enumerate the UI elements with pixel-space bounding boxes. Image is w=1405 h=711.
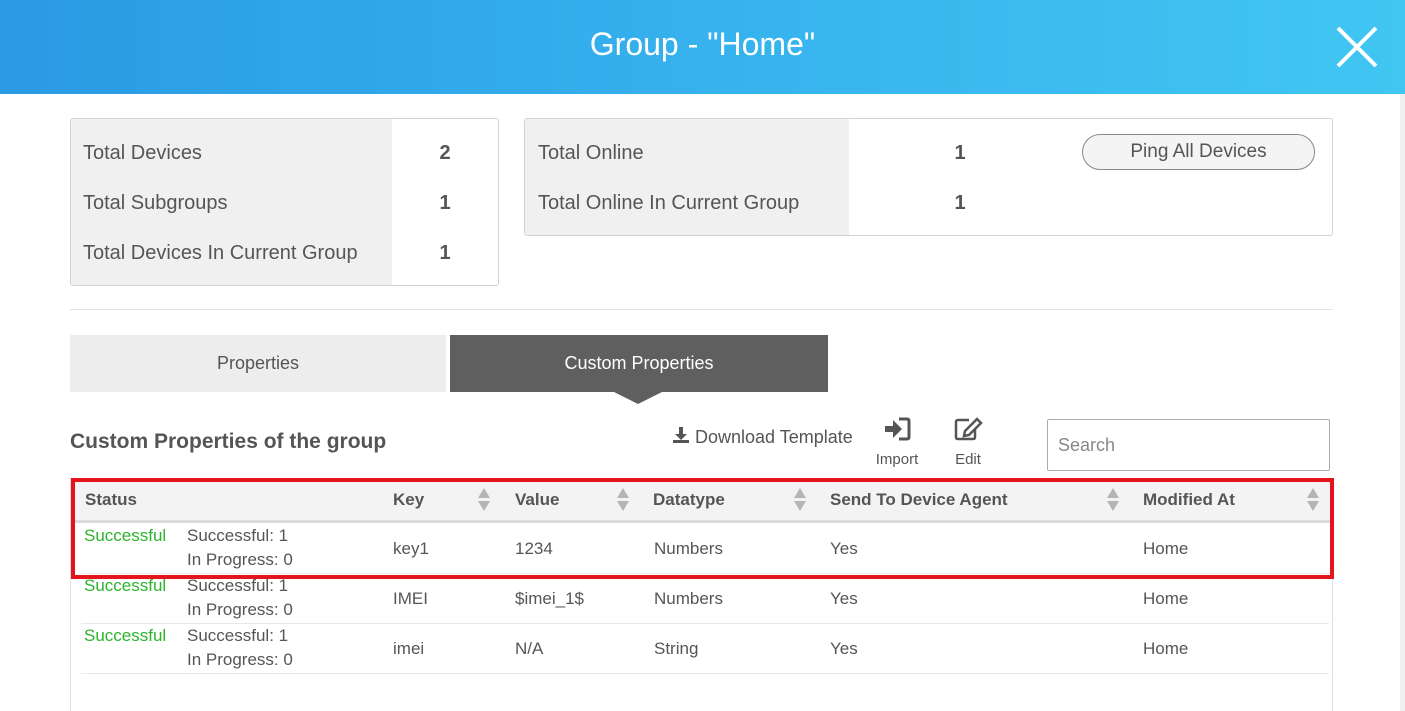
table-header: Status Key Value Datatype Send To Device… bbox=[71, 478, 1332, 523]
device-summary-box: Total Devices 2 Total Subgroups 1 Total … bbox=[70, 118, 499, 286]
summary-row: Total Devices In Current Group 1 bbox=[71, 233, 498, 283]
table-row[interactable]: Successful Successful: 1 In Progress: 0 … bbox=[71, 524, 1332, 574]
ping-all-devices-button[interactable]: Ping All Devices bbox=[1082, 134, 1315, 170]
successful-count: Successful: 1 bbox=[187, 526, 289, 545]
summary-row: Total Devices 2 bbox=[71, 133, 498, 183]
in-progress-count: In Progress: 0 bbox=[187, 600, 293, 619]
online-summary-box: Total Online 1 Total Online In Current G… bbox=[524, 118, 1333, 236]
datatype-cell: String bbox=[654, 639, 699, 658]
edit-icon bbox=[953, 417, 983, 446]
summary-label: Total Devices In Current Group bbox=[83, 242, 358, 264]
status-text: Successful bbox=[84, 576, 167, 595]
column-header-key[interactable]: Key bbox=[393, 490, 424, 510]
edit-label: Edit bbox=[955, 451, 981, 468]
sort-icon[interactable] bbox=[1107, 488, 1119, 512]
dialog-header: Group - "Home" bbox=[0, 0, 1405, 94]
column-header-datatype[interactable]: Datatype bbox=[653, 490, 725, 510]
successful-count: Successful: 1 bbox=[187, 626, 289, 645]
scrollbar[interactable] bbox=[1400, 94, 1405, 711]
search-input[interactable] bbox=[1047, 419, 1330, 471]
modified-at-cell: Home bbox=[1143, 639, 1189, 658]
status-text: Successful bbox=[84, 526, 167, 545]
edit-button[interactable]: Edit bbox=[943, 416, 993, 468]
custom-properties-table: Status Key Value Datatype Send To Device… bbox=[70, 478, 1333, 711]
datatype-cell: Numbers bbox=[654, 589, 723, 608]
modified-at-cell: Home bbox=[1143, 589, 1189, 608]
summary-value: 1 bbox=[954, 142, 966, 164]
summary-row: Total Online In Current Group 1 bbox=[525, 183, 1332, 233]
modified-at-cell: Home bbox=[1143, 539, 1189, 558]
summary-row: Total Subgroups 1 bbox=[71, 183, 498, 233]
summary-value: 1 bbox=[439, 192, 451, 214]
summary-label: Total Devices bbox=[83, 142, 202, 164]
row-divider bbox=[81, 673, 1329, 674]
column-header-send-to-device-agent[interactable]: Send To Device Agent bbox=[830, 490, 1008, 510]
download-template-label: Download Template bbox=[695, 427, 853, 447]
value-cell: N/A bbox=[515, 639, 544, 658]
summary-label: Total Online bbox=[538, 142, 644, 164]
import-label: Import bbox=[875, 451, 919, 468]
tab-label: Custom Properties bbox=[564, 353, 714, 373]
import-icon bbox=[883, 417, 911, 446]
section-title: Custom Properties of the group bbox=[70, 430, 387, 453]
sort-icon[interactable] bbox=[1307, 488, 1319, 512]
value-cell: $imei_1$ bbox=[515, 589, 584, 608]
table-row[interactable]: Successful Successful: 1 In Progress: 0 … bbox=[71, 574, 1332, 624]
key-cell: imei bbox=[393, 639, 425, 658]
send-cell: Yes bbox=[830, 539, 858, 558]
send-cell: Yes bbox=[830, 589, 858, 608]
send-cell: Yes bbox=[830, 639, 858, 658]
status-text: Successful bbox=[84, 626, 167, 645]
tab-custom-properties[interactable]: Custom Properties bbox=[450, 335, 828, 404]
tab-properties[interactable]: Properties bbox=[70, 335, 446, 392]
download-template-button[interactable]: Download Template bbox=[672, 426, 853, 449]
key-cell: key1 bbox=[393, 539, 429, 558]
sort-icon[interactable] bbox=[794, 488, 806, 512]
table-row[interactable]: Successful Successful: 1 In Progress: 0 … bbox=[71, 624, 1332, 674]
datatype-cell: Numbers bbox=[654, 539, 723, 558]
divider bbox=[70, 309, 1333, 310]
successful-count: Successful: 1 bbox=[187, 576, 289, 595]
sort-icon[interactable] bbox=[478, 488, 490, 512]
summary-label: Total Subgroups bbox=[83, 192, 228, 214]
value-cell: 1234 bbox=[515, 539, 553, 558]
close-icon[interactable] bbox=[1334, 24, 1380, 70]
dialog-title: Group - "Home" bbox=[589, 26, 816, 62]
column-header-modified-at[interactable]: Modified At bbox=[1143, 490, 1235, 510]
active-tab-pointer bbox=[614, 392, 662, 404]
summary-value: 1 bbox=[439, 242, 451, 264]
in-progress-count: In Progress: 0 bbox=[187, 650, 293, 669]
import-button[interactable]: Import bbox=[872, 416, 922, 468]
summary-label: Total Online In Current Group bbox=[538, 192, 800, 214]
summary-value: 1 bbox=[954, 192, 966, 214]
column-header-status[interactable]: Status bbox=[85, 490, 137, 510]
in-progress-count: In Progress: 0 bbox=[187, 550, 293, 569]
key-cell: IMEI bbox=[393, 589, 428, 608]
summary-value: 2 bbox=[439, 142, 451, 164]
column-header-value[interactable]: Value bbox=[515, 490, 559, 510]
sort-icon[interactable] bbox=[617, 488, 629, 512]
download-icon bbox=[672, 426, 690, 449]
